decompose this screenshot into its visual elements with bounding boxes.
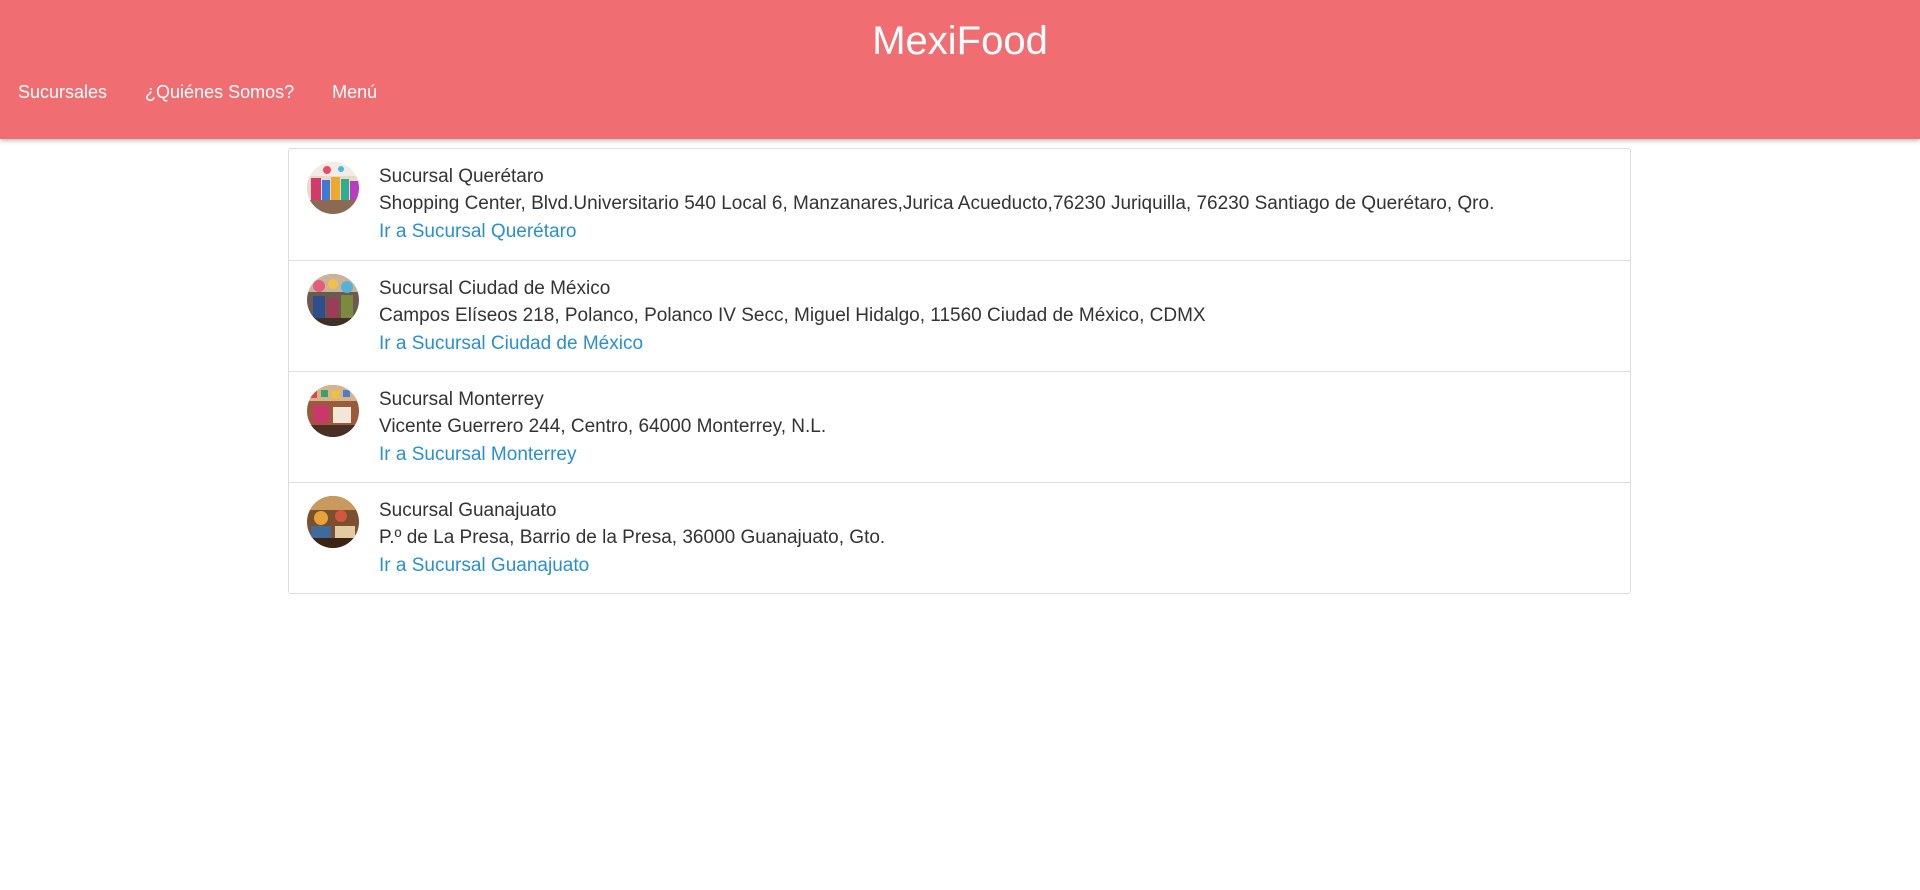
branch-item-cdmx: Sucursal Ciudad de México Campos Elíseos… (289, 260, 1630, 371)
branch-address: Campos Elíseos 218, Polanco, Polanco IV … (379, 305, 1206, 326)
branch-link[interactable]: Ir a Sucursal Monterrey (379, 444, 576, 465)
branch-photo-avatar (307, 496, 359, 548)
brand-title[interactable]: MexiFood (0, 17, 1920, 65)
branch-title: Sucursal Querétaro (379, 166, 544, 187)
nav-item-sucursales[interactable]: Sucursales (18, 80, 107, 104)
branch-address: P.º de La Presa, Barrio de la Presa, 360… (379, 527, 886, 548)
branch-address: Vicente Guerrero 244, Centro, 64000 Mont… (379, 416, 827, 437)
nav-item-menu[interactable]: Menú (332, 80, 377, 104)
branch-list: Sucursal Querétaro Shopping Center, Blvd… (288, 148, 1631, 594)
branch-title: Sucursal Ciudad de México (379, 278, 611, 299)
nav-item-quienes-somos[interactable]: ¿Quiénes Somos? (145, 80, 294, 104)
branch-photo-avatar (307, 274, 359, 326)
branch-address: Shopping Center, Blvd.Universitario 540 … (379, 193, 1495, 214)
branch-photo-avatar (307, 385, 359, 437)
branch-item-queretaro: Sucursal Querétaro Shopping Center, Blvd… (289, 149, 1630, 260)
branch-title: Sucursal Monterrey (379, 389, 544, 410)
branch-link[interactable]: Ir a Sucursal Querétaro (379, 221, 576, 242)
branch-item-monterrey: Sucursal Monterrey Vicente Guerrero 244,… (289, 371, 1630, 482)
branch-title: Sucursal Guanajuato (379, 500, 557, 521)
branch-link[interactable]: Ir a Sucursal Guanajuato (379, 555, 589, 576)
branch-item-guanajuato: Sucursal Guanajuato P.º de La Presa, Bar… (289, 482, 1630, 593)
nav-menu: Sucursales ¿Quiénes Somos? Menú (18, 80, 377, 104)
branch-photo-avatar (307, 162, 359, 214)
navbar: MexiFood Sucursales ¿Quiénes Somos? Menú (0, 0, 1920, 139)
branch-link[interactable]: Ir a Sucursal Ciudad de México (379, 333, 643, 354)
